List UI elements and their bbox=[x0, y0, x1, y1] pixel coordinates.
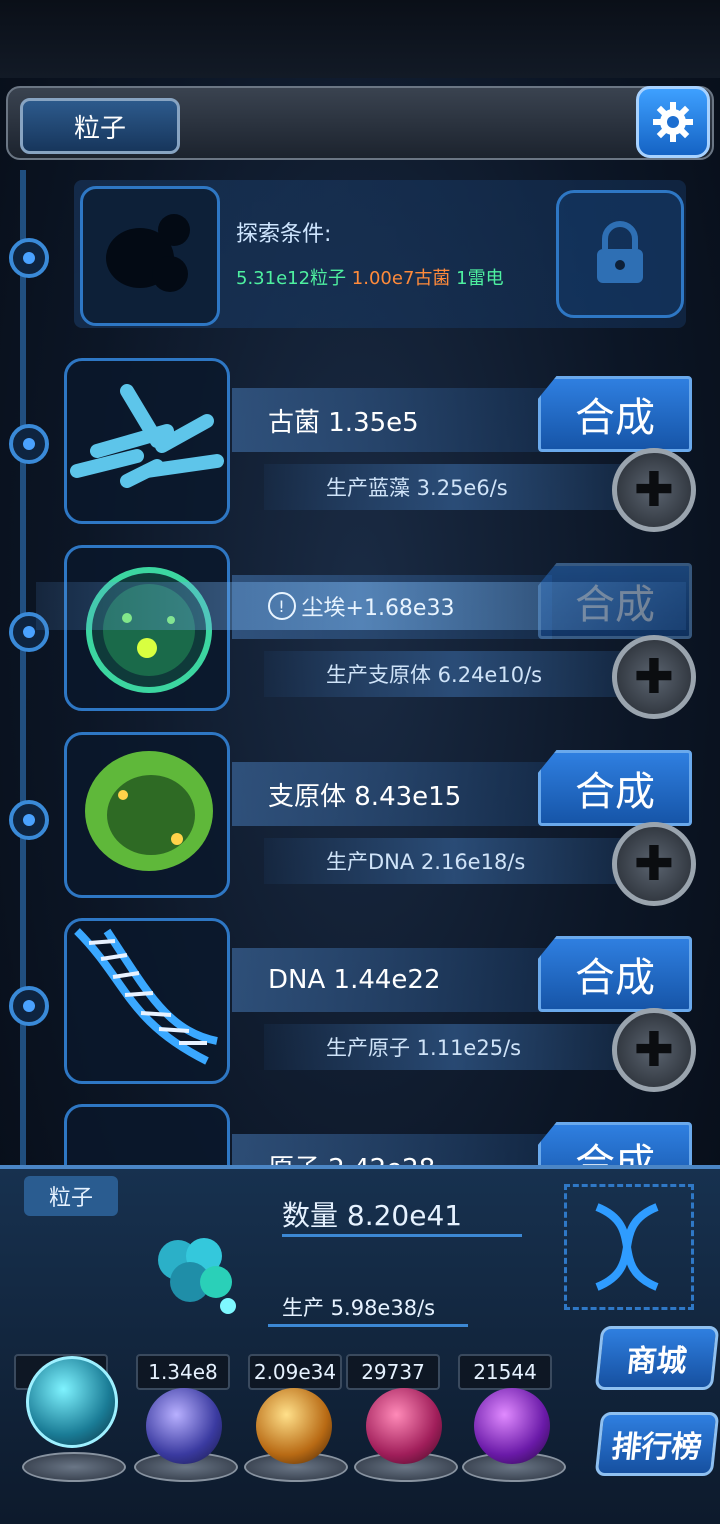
upgrade-plus-button[interactable]: ✚ bbox=[612, 822, 696, 906]
req-particle: 5.31e12粒子 bbox=[236, 268, 347, 289]
unit-name: 古菌 1.35e5 bbox=[232, 388, 552, 452]
gear-icon bbox=[653, 102, 693, 142]
unit-name: DNA 1.44e22 bbox=[232, 948, 552, 1012]
req-archaea: 1.00e7古菌 bbox=[351, 268, 451, 289]
explore-lock-button[interactable] bbox=[556, 190, 684, 318]
unit-production: 生产蓝藻 3.25e6/s bbox=[264, 464, 644, 510]
unit-name: 原子 2.42e28 bbox=[232, 1134, 552, 1166]
divider bbox=[282, 1234, 522, 1237]
craft-button[interactable]: 合成 bbox=[538, 936, 692, 1012]
upgrade-plus-button[interactable]: ✚ bbox=[612, 1008, 696, 1092]
unit-row-dna: DNA 1.44e22 生产原子 1.11e25/s 合成 ✚ bbox=[64, 918, 700, 1092]
rail-node bbox=[9, 986, 49, 1026]
explore-requirements: 5.31e12粒子 1.00e7古菌 1雷电 bbox=[236, 264, 504, 290]
unit-row-archaea: 古菌 1.35e5 生产蓝藻 3.25e6/s 合成 ✚ bbox=[64, 358, 700, 532]
settings-button[interactable] bbox=[636, 86, 710, 158]
archaea-thumbnail bbox=[64, 358, 230, 524]
plus-icon: ✚ bbox=[633, 462, 675, 518]
unit-production: 生产支原体 6.24e10/s bbox=[264, 651, 644, 697]
orb-pedestal bbox=[22, 1452, 126, 1482]
resource-value: 29737 bbox=[346, 1354, 440, 1390]
mycoplasma-thumbnail bbox=[64, 732, 230, 898]
plus-icon: ✚ bbox=[633, 1022, 675, 1078]
craft-button[interactable]: 合成 bbox=[538, 1122, 692, 1166]
dna-icon bbox=[74, 928, 218, 1065]
unit-row-mycoplasma: 支原体 8.43e15 生产DNA 2.16e18/s 合成 ✚ bbox=[64, 732, 700, 906]
dna-emblem bbox=[564, 1184, 694, 1310]
atom-thumbnail bbox=[64, 1104, 230, 1166]
unit-production: 生产原子 1.11e25/s bbox=[264, 1024, 644, 1070]
plus-icon: ✚ bbox=[633, 836, 675, 892]
particle-icon bbox=[158, 1238, 236, 1314]
rail-node bbox=[9, 800, 49, 840]
unit-row-atom: 原子 2.42e28 合成 bbox=[64, 1104, 700, 1166]
page-title: 粒子 bbox=[20, 98, 180, 154]
explore-condition-label: 探索条件: bbox=[236, 222, 332, 247]
thunder-orb-button[interactable] bbox=[146, 1388, 222, 1464]
dna-thumbnail bbox=[64, 918, 230, 1084]
top-background bbox=[0, 0, 720, 78]
reward-toast: ! 尘埃+1.68e33 bbox=[36, 582, 686, 630]
toast-text: 尘埃+1.68e33 bbox=[301, 596, 455, 621]
divider bbox=[268, 1324, 468, 1327]
mycoplasma-icon bbox=[85, 751, 213, 871]
rail-node bbox=[9, 424, 49, 464]
dna-icon bbox=[595, 1203, 659, 1291]
req-thunder: 1雷电 bbox=[456, 268, 504, 289]
upgrade-plus-button[interactable]: ✚ bbox=[612, 635, 696, 719]
resource-value: 21544 bbox=[458, 1354, 552, 1390]
resource-value: 1.34e8 bbox=[136, 1354, 230, 1390]
craft-button[interactable]: 合成 bbox=[538, 376, 692, 452]
fire-orb-button[interactable] bbox=[256, 1388, 332, 1464]
plus-icon: ✚ bbox=[633, 649, 675, 705]
resource-value: 2.09e34 bbox=[248, 1354, 342, 1390]
lock-icon bbox=[597, 221, 643, 283]
vortex-orb-button[interactable] bbox=[474, 1388, 550, 1464]
unit-row-cyanobacteria: 生产支原体 6.24e10/s 合成 ✚ bbox=[64, 545, 700, 719]
leaderboard-button[interactable]: 排行榜 bbox=[594, 1412, 720, 1476]
upgrade-plus-button[interactable]: ✚ bbox=[612, 448, 696, 532]
shop-button[interactable]: 商城 bbox=[594, 1326, 720, 1390]
unit-name: 支原体 8.43e15 bbox=[232, 762, 552, 826]
resource-production: 生产 5.98e38/s bbox=[282, 1296, 436, 1320]
alert-icon: ! bbox=[267, 592, 296, 620]
particle-orb-button[interactable] bbox=[26, 1356, 118, 1448]
unit-production: 生产DNA 2.16e18/s bbox=[264, 838, 644, 884]
bacteria-icon bbox=[70, 384, 224, 488]
unknown-silhouette-icon bbox=[106, 214, 190, 292]
rail-node-lock bbox=[9, 238, 49, 278]
brain-orb-button[interactable] bbox=[366, 1388, 442, 1464]
craft-button[interactable]: 合成 bbox=[538, 750, 692, 826]
current-resource-tab: 粒子 bbox=[24, 1176, 118, 1216]
resource-count: 数量 8.20e41 bbox=[282, 1199, 463, 1232]
